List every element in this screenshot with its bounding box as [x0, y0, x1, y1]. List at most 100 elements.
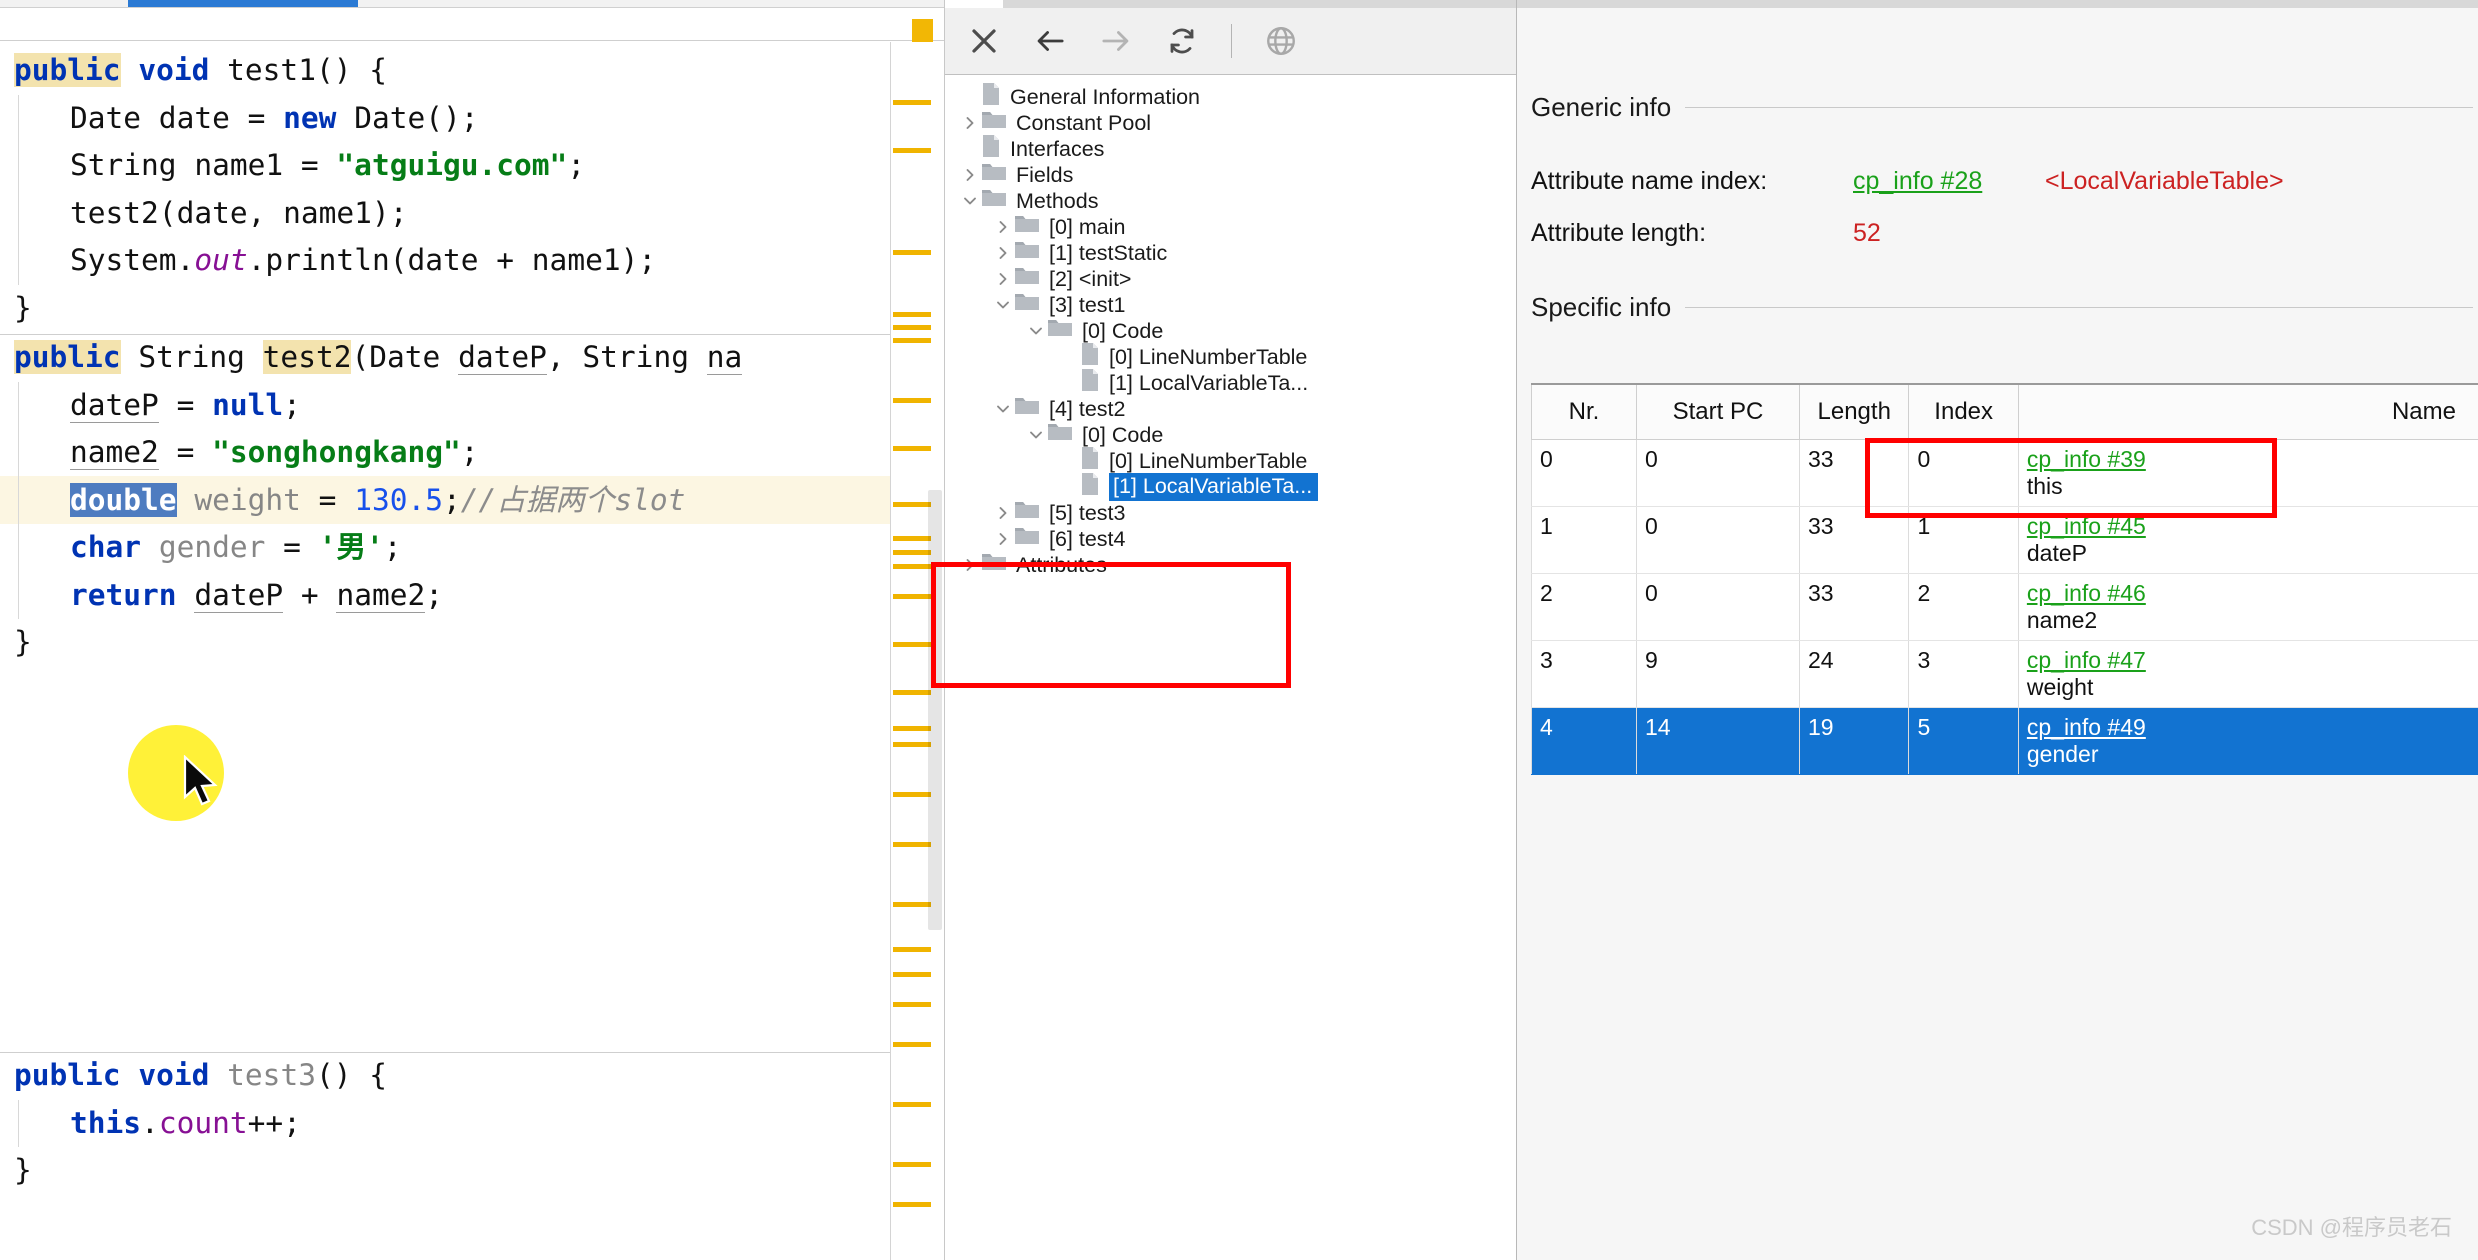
tree-node[interactable]: Fields: [945, 162, 1517, 188]
gutter-mark[interactable]: [893, 1162, 931, 1167]
tree-node[interactable]: [0] LineNumberTable: [945, 447, 1517, 474]
code-line[interactable]: }: [0, 285, 944, 333]
code-line[interactable]: return dateP + name2;: [0, 571, 944, 619]
gutter-mark[interactable]: [893, 502, 931, 507]
code-line[interactable]: public void test1() {: [0, 47, 944, 95]
tree-node[interactable]: General Information: [945, 83, 1517, 110]
tree-node[interactable]: Methods: [945, 188, 1517, 214]
cp-info-link[interactable]: cp_info #45: [2027, 513, 2471, 540]
gutter-mark[interactable]: [893, 1202, 931, 1207]
code-line[interactable]: Date date = new Date();: [0, 94, 944, 142]
back-arrow-icon[interactable]: [1027, 18, 1073, 64]
table-column-header[interactable]: Nr.: [1531, 383, 1637, 440]
chevron-down-icon[interactable]: [992, 297, 1014, 313]
tree-node[interactable]: [5] test3: [945, 500, 1517, 526]
reload-icon[interactable]: [1159, 18, 1205, 64]
chevron-down-icon[interactable]: [959, 193, 981, 209]
code-line[interactable]: public String test2(Date dateP, String n…: [0, 334, 944, 382]
cp-info-link[interactable]: cp_info #49: [2027, 714, 2471, 741]
code-line[interactable]: test2(date, name1);: [0, 189, 944, 237]
code-line[interactable]: public void test3() {: [0, 1052, 944, 1100]
gutter-mark[interactable]: [893, 792, 931, 797]
chevron-down-icon[interactable]: [1025, 323, 1047, 339]
tree-node[interactable]: Constant Pool: [945, 110, 1517, 136]
cp-info-link[interactable]: cp_info #39: [2027, 446, 2471, 473]
table-row[interactable]: 4 14 19 5 cp_info #49 gender: [1531, 707, 2478, 775]
code-line[interactable]: }: [0, 619, 944, 667]
gutter-mark[interactable]: [893, 536, 931, 541]
chevron-right-icon[interactable]: [992, 505, 1014, 521]
code-line[interactable]: char gender = '男';: [0, 524, 944, 572]
table-column-header[interactable]: Index: [1908, 383, 2019, 440]
gutter-mark[interactable]: [893, 250, 931, 255]
tree-node[interactable]: [0] Code: [945, 318, 1517, 344]
code-text-area[interactable]: public void test1() {Date date = new Dat…: [0, 42, 944, 1260]
chevron-right-icon[interactable]: [992, 531, 1014, 547]
table-row[interactable]: 2 0 33 2 cp_info #46 name2: [1531, 573, 2478, 641]
gutter-mark[interactable]: [893, 726, 931, 731]
tree-node[interactable]: [1] LocalVariableTa...: [945, 473, 1517, 501]
gutter-mark[interactable]: [893, 148, 931, 153]
code-block-test2[interactable]: public String test2(Date dateP, String n…: [0, 334, 944, 667]
gutter-mark[interactable]: [893, 550, 931, 555]
chevron-right-icon[interactable]: [992, 245, 1014, 261]
chevron-right-icon[interactable]: [959, 115, 981, 131]
close-icon[interactable]: [961, 18, 1007, 64]
tree-node[interactable]: [1] LocalVariableTa...: [945, 369, 1517, 396]
gutter-mark[interactable]: [893, 947, 931, 952]
tree-node[interactable]: [0] Code: [945, 422, 1517, 448]
tree-node[interactable]: [6] test4: [945, 526, 1517, 552]
gutter-mark[interactable]: [893, 642, 931, 647]
gutter-mark[interactable]: [893, 742, 931, 747]
table-row[interactable]: 3 9 24 3 cp_info #47 weight: [1531, 640, 2478, 708]
table-row[interactable]: 1 0 33 1 cp_info #45 dateP: [1531, 506, 2478, 574]
table-cell-name[interactable]: cp_info #47 weight: [2017, 640, 2478, 708]
gutter-mark[interactable]: [893, 338, 931, 343]
tree-node[interactable]: Attributes: [945, 552, 1517, 578]
table-body[interactable]: 0 0 33 0 cp_info #39 this 1 0 33 1 cp_info #45 date…: [1531, 439, 2478, 775]
gutter-mark[interactable]: [893, 564, 931, 569]
code-line[interactable]: dateP = null;: [0, 381, 944, 429]
table-row[interactable]: 0 0 33 0 cp_info #39 this: [1531, 439, 2478, 507]
gutter-mark[interactable]: [893, 690, 931, 695]
chevron-down-icon[interactable]: [1025, 427, 1047, 443]
gutter-mark[interactable]: [893, 398, 931, 403]
code-block-test3[interactable]: public void test3() {this.count++;}: [0, 1052, 944, 1195]
table-column-header[interactable]: Start PC: [1635, 383, 1801, 440]
gutter-mark[interactable]: [893, 1042, 931, 1047]
tree-node[interactable]: [1] testStatic: [945, 240, 1517, 266]
code-line[interactable]: System.out.println(date + name1);: [0, 237, 944, 285]
tree-pane-tab-active[interactable]: [945, 0, 1003, 8]
chevron-right-icon[interactable]: [959, 557, 981, 573]
gutter-mark[interactable]: [893, 100, 931, 105]
code-line[interactable]: name2 = "songhongkang";: [0, 429, 944, 477]
chevron-down-icon[interactable]: [992, 401, 1014, 417]
table-cell-name[interactable]: cp_info #46 name2: [2017, 573, 2478, 641]
gutter-mark[interactable]: [893, 842, 931, 847]
code-line[interactable]: }: [0, 1147, 944, 1195]
code-block-test1[interactable]: public void test1() {Date date = new Dat…: [0, 47, 944, 332]
gutter-mark[interactable]: [893, 902, 931, 907]
chevron-right-icon[interactable]: [992, 271, 1014, 287]
tree-node[interactable]: [0] main: [945, 214, 1517, 240]
tree-node[interactable]: [2] <init>: [945, 266, 1517, 292]
local-variable-table[interactable]: Nr. Start PC Length Index Name 0 0 33 0 cp_info …: [1531, 383, 2478, 775]
table-column-header[interactable]: Length: [1798, 383, 1910, 440]
tree-node[interactable]: [3] test1: [945, 292, 1517, 318]
table-cell-name[interactable]: cp_info #39 this: [2017, 439, 2478, 507]
gutter-mark[interactable]: [893, 1002, 931, 1007]
gutter-mark[interactable]: [893, 1102, 931, 1107]
table-cell-name[interactable]: cp_info #45 dateP: [2017, 506, 2478, 574]
chevron-right-icon[interactable]: [959, 167, 981, 183]
gutter-mark[interactable]: [893, 312, 931, 317]
forward-arrow-icon[interactable]: [1093, 18, 1139, 64]
code-line[interactable]: String name1 = "atguigu.com";: [0, 142, 944, 190]
gutter-mark[interactable]: [893, 972, 931, 977]
table-column-header[interactable]: Name: [2017, 383, 2478, 440]
classfile-tree[interactable]: General Information Constant Pool Interfac…: [945, 76, 1517, 1260]
cp-info-link[interactable]: cp_info #46: [2027, 580, 2471, 607]
gutter-mark[interactable]: [893, 446, 931, 451]
table-cell-name[interactable]: cp_info #49 gender: [2017, 707, 2478, 775]
tree-node[interactable]: Interfaces: [945, 135, 1517, 162]
gutter-mark[interactable]: [893, 325, 931, 330]
